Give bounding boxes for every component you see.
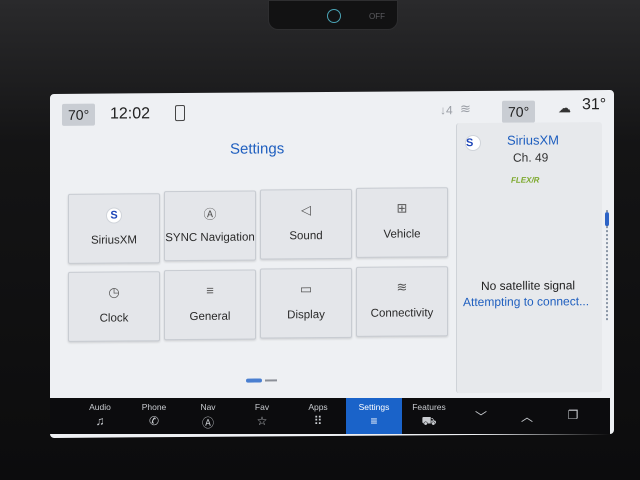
page-title: Settings xyxy=(230,140,285,158)
phone-icon: ✆ xyxy=(148,414,160,428)
nav-phone[interactable]: Phone ✆ xyxy=(127,398,181,434)
station-logo: FLEX/R xyxy=(511,175,540,185)
settings-grid: S SiriusXM Ⓐ SYNC Navigation ◁ Sound ⊞ V… xyxy=(68,187,448,342)
nav-audio[interactable]: Audio ♫ xyxy=(73,398,127,434)
weather-icon: ☁ xyxy=(558,100,571,116)
page-dot-active xyxy=(246,378,262,383)
tile-label: SiriusXM xyxy=(90,234,137,247)
page-indicator xyxy=(246,378,282,384)
bottom-nav: Audio ♫ Phone ✆ Nav Ⓐ Fav ☆ Apps ⠿ Setti… xyxy=(50,398,610,434)
tile-connectivity[interactable]: ≋ Connectivity xyxy=(356,266,448,337)
star-icon: ☆ xyxy=(256,414,268,428)
clock-icon: ◷ xyxy=(108,284,120,300)
auto-icon xyxy=(327,9,341,23)
display-icon: ▭ xyxy=(299,281,313,297)
network-icon: ↓4 xyxy=(440,103,453,118)
connect-status: Attempting to connect... xyxy=(463,294,590,310)
tile-siriusxm[interactable]: S SiriusXM xyxy=(68,193,160,264)
nav-fav[interactable]: Fav ☆ xyxy=(235,398,289,434)
nav-multitask[interactable]: ❐ xyxy=(546,398,600,434)
nav-settings[interactable]: Settings ≡ xyxy=(346,398,402,434)
sliders-icon: ≡ xyxy=(206,282,214,298)
phone-status-icon xyxy=(175,105,185,122)
apps-grid-icon: ⠿ xyxy=(313,414,323,428)
dash-hazard-button[interactable]: OFF xyxy=(268,0,398,30)
siriusxm-icon: S xyxy=(106,207,122,224)
nav-features[interactable]: Features ⛟ xyxy=(402,398,456,434)
speaker-icon: ◁ xyxy=(301,202,311,218)
signal-status: No satellite signal xyxy=(481,278,576,293)
layers-icon: ❐ xyxy=(567,408,579,422)
nav-nav[interactable]: Nav Ⓐ xyxy=(181,398,235,434)
scrollbar-thumb[interactable] xyxy=(605,212,609,227)
off-label: OFF xyxy=(369,12,385,21)
nav-apps[interactable]: Apps ⠿ xyxy=(291,398,345,434)
siriusxm-panel[interactable]: S SiriusXM Ch. 49 FLEX/R No satellite si… xyxy=(456,122,602,394)
wifi-icon: ≋ xyxy=(460,101,471,117)
navigation-icon: Ⓐ xyxy=(201,416,214,430)
sliders-icon: ≡ xyxy=(370,414,378,428)
infotainment-screen: 70° 12:02 ↓4 ≋ 70° ☁ 31° Settings S Siri… xyxy=(50,90,614,438)
outside-temp: 31° xyxy=(582,96,607,114)
service-name: SiriusXM xyxy=(507,132,560,148)
tile-label: Clock xyxy=(99,312,129,325)
tile-clock[interactable]: ◷ Clock xyxy=(68,271,160,342)
tile-label: Sound xyxy=(289,230,323,243)
tile-vehicle[interactable]: ⊞ Vehicle xyxy=(356,187,448,258)
tile-general[interactable]: ≡ General xyxy=(164,269,256,341)
clock[interactable]: 12:02 xyxy=(110,105,150,123)
tile-label: Connectivity xyxy=(370,307,434,320)
panel-scrollbar[interactable] xyxy=(605,210,609,321)
navigation-icon: Ⓐ xyxy=(203,206,217,222)
truck-icon: ⛟ xyxy=(421,414,437,428)
vehicle-icon: ⊞ xyxy=(396,200,408,216)
tile-label: SYNC Navigation xyxy=(165,231,255,245)
music-icon: ♫ xyxy=(95,414,105,428)
page-dot xyxy=(265,379,277,382)
siriusxm-icon: S xyxy=(465,134,481,152)
tile-display[interactable]: ▭ Display xyxy=(260,267,352,339)
wifi-icon: ≋ xyxy=(396,279,408,295)
tile-label: Vehicle xyxy=(383,228,421,241)
channel-number: Ch. 49 xyxy=(513,150,549,165)
tile-sync-navigation[interactable]: Ⓐ SYNC Navigation xyxy=(164,190,256,262)
tile-sound[interactable]: ◁ Sound xyxy=(260,188,352,260)
inside-temp-button[interactable]: 70° xyxy=(62,103,96,126)
cabin-temp-button[interactable]: 70° xyxy=(502,100,536,123)
tile-label: Display xyxy=(287,309,325,322)
tile-label: General xyxy=(189,310,231,323)
